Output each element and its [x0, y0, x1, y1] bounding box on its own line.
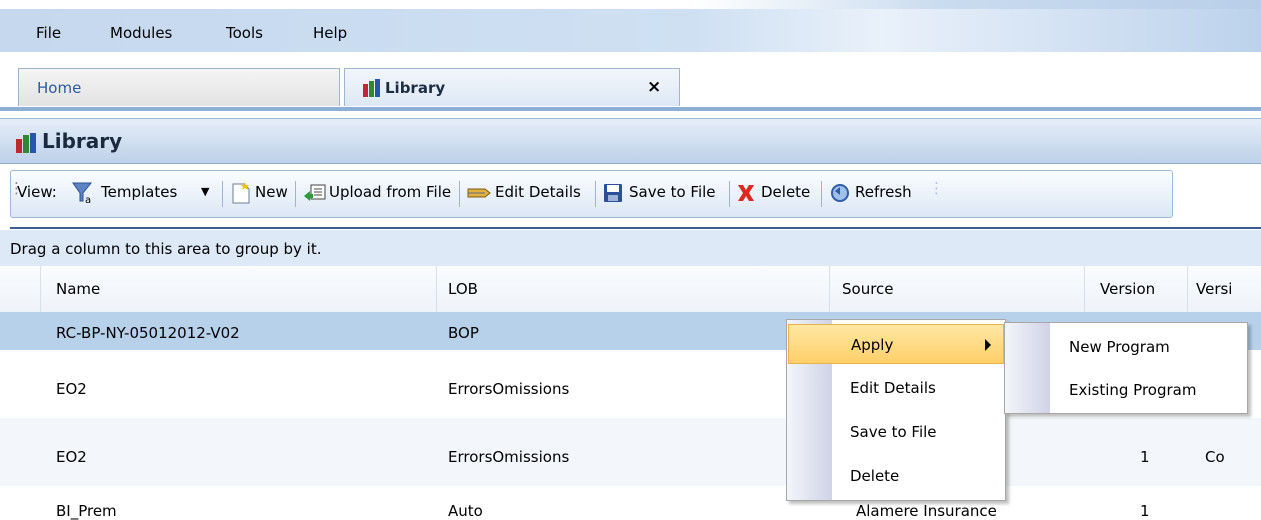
context-menu-apply[interactable]: Apply — [788, 324, 1004, 364]
menu-help[interactable]: Help — [313, 24, 347, 42]
delete-button[interactable]: Delete — [761, 183, 810, 201]
refresh-button[interactable]: Refresh — [855, 183, 912, 201]
toolbar-separator — [222, 181, 223, 207]
menu-bar-top-strip — [0, 0, 1261, 9]
upload-from-file-button[interactable]: Upload from File — [329, 183, 451, 201]
menu-modules[interactable]: Modules — [110, 24, 172, 42]
column-header-lob[interactable]: LOB — [448, 280, 478, 298]
library-books-icon — [16, 133, 36, 153]
new-button[interactable]: New — [255, 183, 288, 201]
context-menu-edit-details-label: Edit Details — [850, 379, 936, 397]
cell-version-extra: Co — [1205, 448, 1225, 466]
toolbar-underline — [10, 227, 1261, 229]
save-to-file-button[interactable]: Save to File — [629, 183, 716, 201]
tab-home-label: Home — [37, 79, 82, 97]
table-row[interactable]: EO2 ErrorsOmissions 1 Co — [0, 418, 1261, 486]
menu-tools[interactable]: Tools — [226, 24, 263, 42]
tab-library-label: Library — [385, 79, 446, 97]
cell-name: RC-BP-NY-05012012-V02 — [56, 324, 240, 342]
toolbar-separator — [729, 181, 730, 207]
tab-strip-divider — [0, 107, 1261, 111]
column-separator[interactable] — [1187, 266, 1188, 312]
cell-version: 1 — [1140, 502, 1150, 520]
cell-name: BI_Prem — [56, 502, 117, 520]
library-books-icon — [363, 79, 380, 97]
submenu-existing-program[interactable]: Existing Program — [1069, 381, 1196, 399]
upload-icon — [304, 184, 326, 201]
refresh-icon — [831, 184, 849, 202]
group-by-area[interactable]: Drag a column to this area to group by i… — [0, 230, 1261, 266]
toolbar-separator — [295, 181, 296, 207]
cell-name: EO2 — [56, 448, 87, 466]
panel-title: Library — [42, 129, 123, 153]
column-separator[interactable] — [1084, 266, 1085, 312]
menu-file[interactable]: File — [36, 24, 61, 42]
column-header-source[interactable]: Source — [842, 280, 894, 298]
cell-lob: Auto — [448, 502, 483, 520]
edit-details-button[interactable]: Edit Details — [495, 183, 581, 201]
toolbar-separator — [459, 181, 460, 207]
toolbar: ⋮ View: a Templates ▼ New Upload from Fi… — [9, 170, 1173, 218]
column-header-version[interactable]: Version — [1100, 280, 1155, 298]
cell-version: 1 — [1140, 448, 1150, 466]
context-menu-edit-details[interactable]: Edit Details — [788, 368, 1004, 408]
tab-bar: Home Library × — [0, 52, 1261, 109]
templates-dropdown[interactable]: Templates — [101, 183, 177, 201]
tab-close-icon[interactable]: × — [647, 77, 661, 97]
panel-header: Library — [0, 118, 1261, 164]
cell-lob: BOP — [448, 324, 479, 342]
column-separator[interactable] — [40, 266, 41, 312]
column-separator[interactable] — [436, 266, 437, 312]
grid-header: Name LOB Source Version Versi — [0, 266, 1261, 313]
chevron-down-icon[interactable]: ▼ — [201, 185, 209, 198]
submenu-arrow-icon — [985, 339, 991, 351]
context-menu-delete[interactable]: Delete — [788, 456, 1004, 496]
group-by-hint: Drag a column to this area to group by i… — [10, 240, 322, 258]
svg-text:a: a — [85, 195, 91, 205]
table-row[interactable]: BI_Prem Auto Alamere Insurance 1 — [0, 486, 1261, 520]
context-menu-delete-label: Delete — [850, 467, 900, 485]
tab-home[interactable]: Home — [18, 68, 340, 106]
new-document-icon — [232, 182, 250, 204]
column-header-name[interactable]: Name — [56, 280, 100, 298]
cell-source: Alamere Insurance — [856, 502, 997, 520]
column-separator[interactable] — [829, 266, 830, 312]
toolbar-separator — [821, 181, 822, 207]
templates-filter-icon: a — [72, 182, 93, 205]
save-icon — [604, 184, 622, 202]
submenu-new-program[interactable]: New Program — [1069, 338, 1170, 356]
tab-library[interactable]: Library × — [344, 68, 680, 106]
cell-name: EO2 — [56, 380, 87, 398]
context-menu: Apply Edit Details Save to File Delete — [786, 319, 1006, 501]
cell-lob: ErrorsOmissions — [448, 448, 570, 466]
delete-icon — [738, 185, 754, 201]
view-label: View: — [17, 183, 57, 201]
toolbar-separator — [595, 181, 596, 207]
toolbar-end-grip[interactable]: ⋮ — [929, 179, 944, 197]
submenu-gutter — [1005, 323, 1050, 413]
cell-lob: ErrorsOmissions — [448, 380, 570, 398]
apply-submenu: New Program Existing Program — [1004, 322, 1248, 414]
menu-bar: File Modules Tools Help — [0, 0, 1261, 52]
context-menu-apply-label: Apply — [851, 336, 894, 354]
context-menu-save-to-file[interactable]: Save to File — [788, 412, 1004, 452]
context-menu-save-to-file-label: Save to File — [850, 423, 937, 441]
edit-details-icon — [467, 188, 491, 198]
column-header-version-2[interactable]: Versi — [1196, 280, 1232, 298]
